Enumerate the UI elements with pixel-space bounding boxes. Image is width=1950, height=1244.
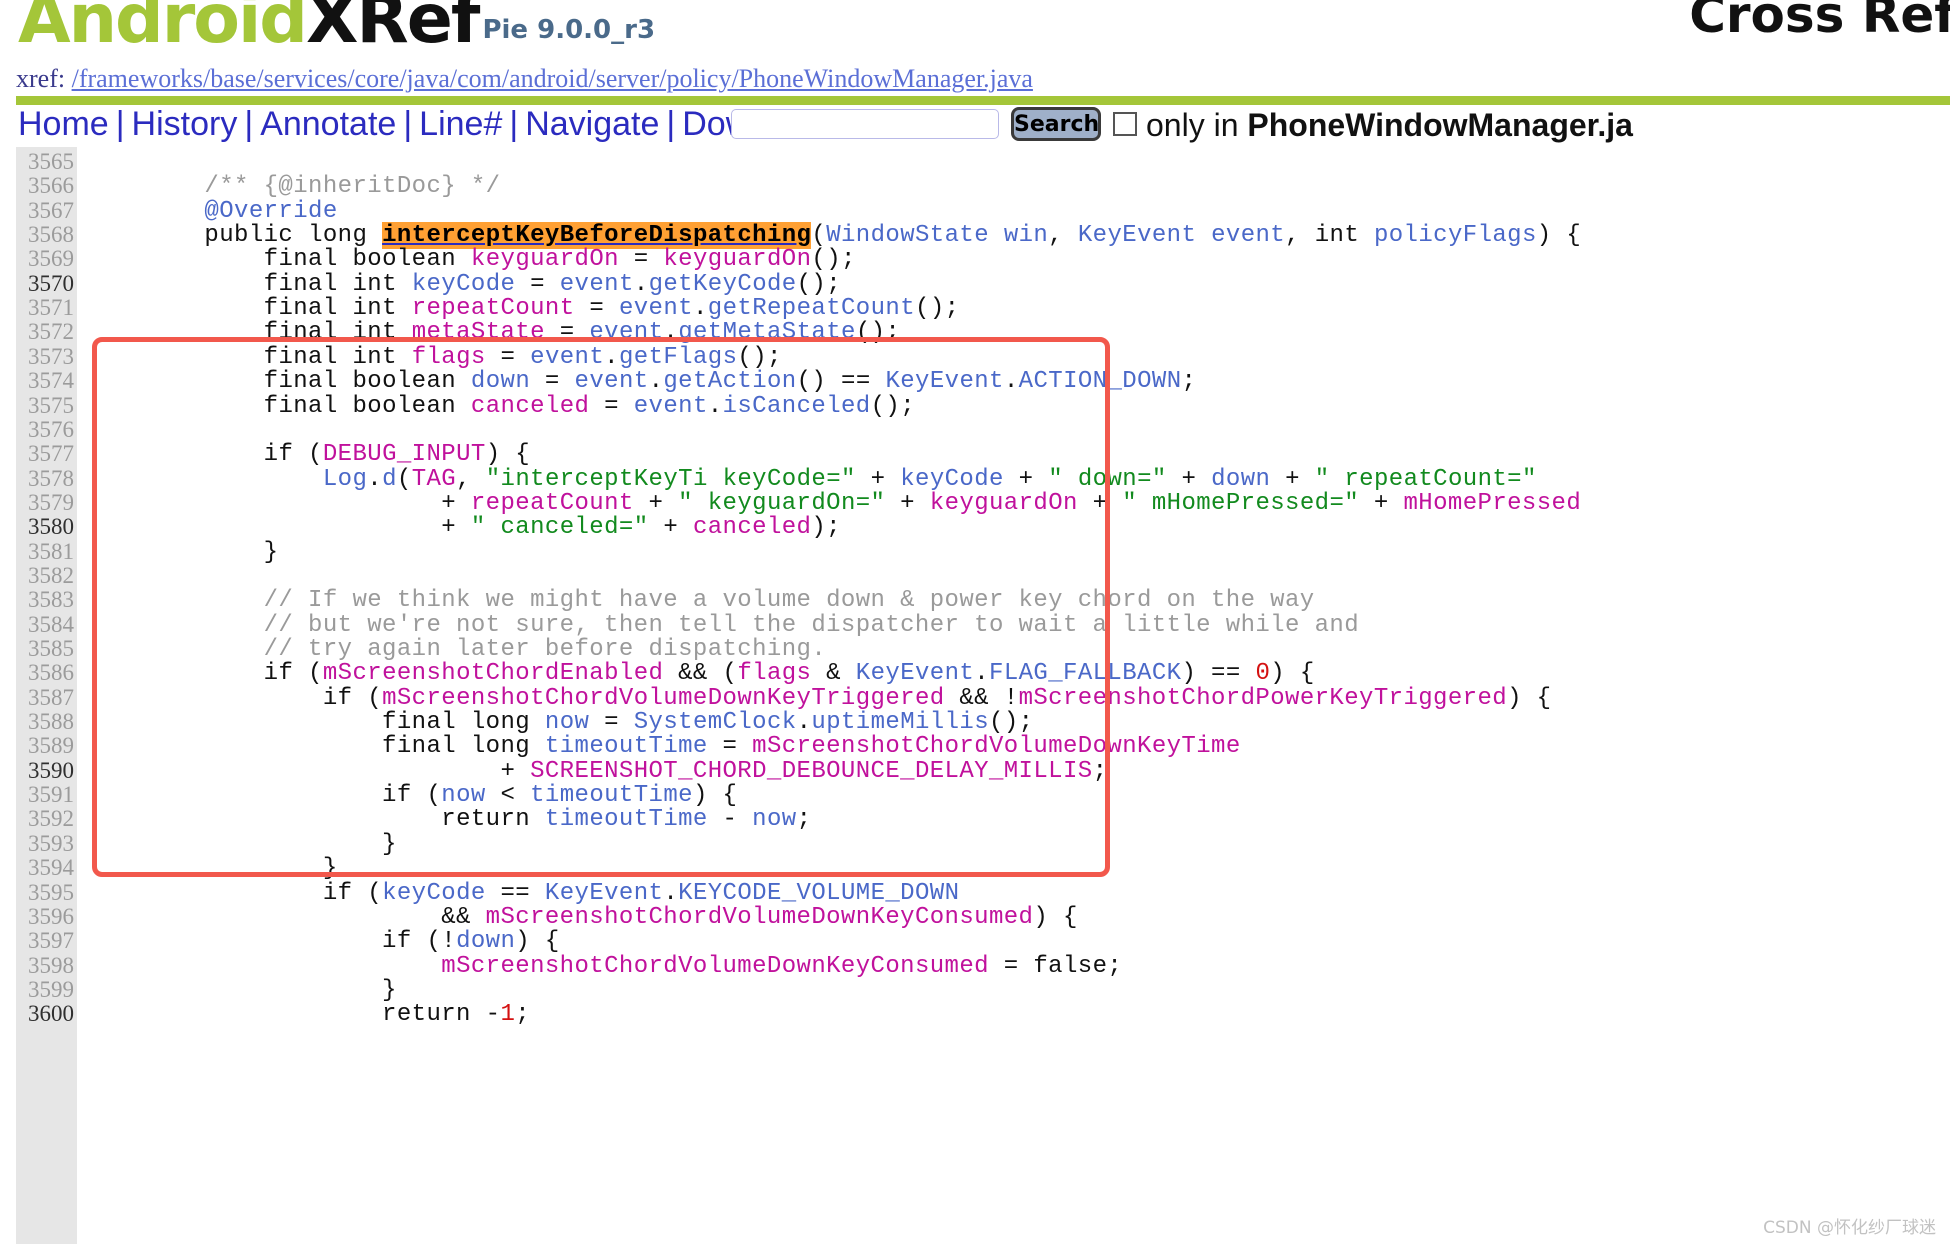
- code-line: if (keyCode == KeyEvent.KEYCODE_VOLUME_D…: [322, 879, 960, 907]
- code-line: if (DEBUG_INPUT) {: [263, 441, 531, 469]
- green-divider: [16, 96, 1950, 105]
- line-number[interactable]: 3574: [16, 368, 74, 394]
- code-line: return timeoutTime - now;: [441, 806, 812, 834]
- line-number[interactable]: 3593: [16, 831, 74, 857]
- line-number[interactable]: 3587: [16, 685, 74, 711]
- line-number[interactable]: 3582: [16, 563, 74, 589]
- nav-separator: |: [509, 105, 519, 143]
- line-number[interactable]: 3586: [16, 660, 74, 686]
- nav-separator: |: [403, 105, 413, 143]
- logo-version-text: Pie 9.0.0_r3: [482, 15, 656, 45]
- nav-bar: Home|History|Annotate|Line#|Navigate|Dow…: [0, 105, 1950, 147]
- code-line: if (mScreenshotChordVolumeDownKeyTrigger…: [322, 684, 1552, 712]
- line-number[interactable]: 3579: [16, 490, 74, 516]
- nav-separator: |: [244, 105, 254, 143]
- code-line: + SCREENSHOT_CHORD_DEBOUNCE_DELAY_MILLIS…: [86, 757, 1108, 785]
- code-line: // but we're not sure, then tell the dis…: [86, 611, 1360, 639]
- line-number[interactable]: 3598: [16, 953, 74, 979]
- code-line: }: [86, 538, 279, 566]
- line-number[interactable]: 3583: [16, 587, 74, 613]
- line-number[interactable]: 3569: [16, 246, 74, 272]
- line-number[interactable]: 3578: [16, 466, 74, 492]
- cross-ref-title: Cross Ref: [1689, 0, 1950, 44]
- code-line: if (mScreenshotChordEnabled && (flags & …: [263, 660, 1315, 688]
- line-number[interactable]: 3588: [16, 709, 74, 735]
- line-number[interactable]: 3597: [16, 928, 74, 954]
- code-line: mScreenshotChordVolumeDownKeyConsumed = …: [441, 952, 1123, 980]
- line-number[interactable]: 3596: [16, 904, 74, 930]
- line-number[interactable]: 3575: [16, 393, 74, 419]
- line-number[interactable]: 3600: [16, 1001, 74, 1027]
- nav-separator: |: [115, 105, 125, 143]
- only-in-file-label: only in PhoneWindowManager.ja: [1146, 107, 1633, 144]
- code-line: @Override: [204, 197, 338, 225]
- csdn-watermark: CSDN @怀化纱厂球迷: [1763, 1218, 1936, 1238]
- line-number[interactable]: 3591: [16, 782, 74, 808]
- line-number[interactable]: 3585: [16, 636, 74, 662]
- code-line: final int keyCode = event.getKeyCode();: [263, 270, 842, 298]
- code-line: }: [86, 976, 397, 1004]
- line-number[interactable]: 3573: [16, 344, 74, 370]
- line-number[interactable]: 3568: [16, 222, 74, 248]
- search-button[interactable]: Search: [1011, 107, 1101, 141]
- code-line: final boolean down = event.getAction() =…: [263, 368, 1197, 396]
- line-number[interactable]: 3594: [16, 855, 74, 881]
- code-line: }: [86, 855, 338, 883]
- code-line: final boolean keyguardOn = keyguardOn();: [263, 246, 856, 274]
- nav-item-navigate[interactable]: Navigate: [525, 105, 659, 143]
- code-line: public long interceptKeyBeforeDispatchin…: [204, 222, 1582, 250]
- only-in-prefix: only in: [1146, 107, 1248, 143]
- line-number[interactable]: 3571: [16, 295, 74, 321]
- code-line: final int repeatCount = event.getRepeatC…: [263, 295, 960, 323]
- line-number[interactable]: 3567: [16, 198, 74, 224]
- line-number[interactable]: 3570: [16, 271, 74, 297]
- code-line: if (!down) {: [382, 928, 560, 956]
- search-input[interactable]: [731, 109, 999, 139]
- code-line: Log.d(TAG, "interceptKeyTi keyCode=" + k…: [322, 465, 1537, 493]
- site-logo[interactable]: AndroidXRef Pie 9.0.0_r3: [18, 0, 655, 59]
- nav-item-annotate[interactable]: Annotate: [260, 105, 396, 143]
- source-code-viewer[interactable]: 3565 3566 3567 3568 3569 3570 3571 3572 3573 3574…: [0, 147, 1950, 1244]
- breadcrumb: xref: /frameworks/base/services/core/jav…: [16, 64, 1033, 94]
- code-line: final long now = SystemClock.uptimeMilli…: [382, 709, 1034, 737]
- line-number[interactable]: 3599: [16, 977, 74, 1003]
- code-line: }: [86, 830, 397, 858]
- line-number[interactable]: 3572: [16, 319, 74, 345]
- code-line: final int metaState = event.getMetaState…: [263, 319, 901, 347]
- logo-xref-text: XRef: [305, 0, 480, 59]
- code-line: final boolean canceled = event.isCancele…: [263, 392, 916, 420]
- code-line: final int flags = event.getFlags();: [263, 343, 782, 371]
- logo-android-text: Android: [18, 0, 308, 59]
- code-line: + " canceled=" + canceled);: [86, 514, 841, 542]
- code-line: return -1;: [382, 1001, 531, 1029]
- nav-separator: |: [666, 105, 676, 143]
- page-header: AndroidXRef Pie 9.0.0_r3 Cross Ref: [0, 0, 1950, 62]
- only-in-file-checkbox[interactable]: [1113, 112, 1137, 136]
- line-number[interactable]: 3584: [16, 612, 74, 638]
- line-number[interactable]: 3565: [16, 149, 74, 175]
- line-number[interactable]: 3576: [16, 417, 74, 443]
- xref-path-link[interactable]: /frameworks/base/services/core/java/com/…: [72, 64, 1033, 93]
- line-number[interactable]: 3590: [16, 758, 74, 784]
- line-number[interactable]: 3581: [16, 539, 74, 565]
- only-in-filename: PhoneWindowManager.ja: [1247, 107, 1633, 143]
- code-line: && mScreenshotChordVolumeDownKeyConsumed…: [86, 903, 1078, 931]
- nav-item-home[interactable]: Home: [18, 105, 109, 143]
- line-number[interactable]: 3592: [16, 806, 74, 832]
- code-line: // try again later before dispatching.: [86, 636, 827, 663]
- nav-links: Home|History|Annotate|Line#|Navigate|Dow…: [18, 105, 833, 144]
- line-number[interactable]: 3577: [16, 441, 74, 467]
- nav-item-line-number[interactable]: Line#: [419, 105, 502, 143]
- line-number[interactable]: 3580: [16, 514, 74, 540]
- nav-item-history[interactable]: History: [132, 105, 238, 143]
- code-line: // If we think we might have a volume do…: [86, 587, 1315, 615]
- code-line: if (now < timeoutTime) {: [382, 782, 738, 810]
- xref-label: xref:: [16, 64, 66, 93]
- code-line: /** {@inheritDoc} */: [86, 173, 501, 201]
- code-line: + repeatCount + " keyguardOn=" + keyguar…: [86, 489, 1582, 517]
- line-number[interactable]: 3566: [16, 173, 74, 199]
- line-number[interactable]: 3595: [16, 880, 74, 906]
- line-number[interactable]: 3589: [16, 733, 74, 759]
- code-line: final long timeoutTime = mScreenshotChor…: [382, 733, 1241, 761]
